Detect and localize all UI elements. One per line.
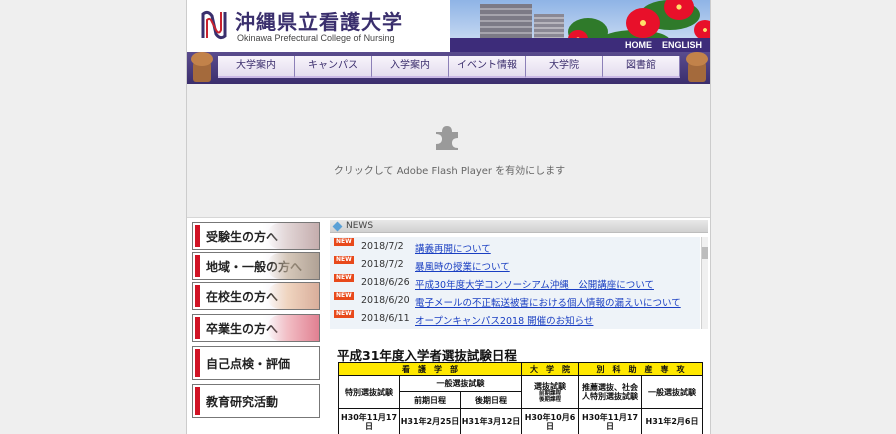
sidebar-alumni[interactable]: 卒業生の方へ <box>192 314 320 342</box>
news-date: 2018/7/2 <box>361 241 404 252</box>
home-link[interactable]: HOME <box>625 40 652 50</box>
list-item: NEW 2018/7/2 暴風時の授業について <box>330 255 700 273</box>
shisa-left-icon <box>187 52 217 84</box>
scrollbar-thumb[interactable] <box>702 247 708 259</box>
graduate-sub-2: 後期課程 <box>538 396 561 403</box>
top-links: HOME ENGLISH <box>625 40 702 50</box>
group-nursing: 看 護 学 部 <box>339 363 521 375</box>
news-list[interactable]: NEW 2018/7/2 講義再開について NEW 2018/7/2 暴風時の授… <box>330 237 700 329</box>
list-item: NEW 2018/6/20 電子メールの不正転送被害における個人情報の漏えいにつ… <box>330 291 700 309</box>
flash-enable-message[interactable]: クリックして Adobe Flash Player を有効にします <box>187 162 710 177</box>
graduate-selection-label: 選抜試験 <box>534 381 566 391</box>
news-date: 2018/6/26 <box>361 277 410 288</box>
new-badge: NEW <box>334 256 354 264</box>
site-title[interactable]: 沖縄県立看護大学 <box>235 6 403 35</box>
col-first-term: 前期日程 <box>400 392 460 408</box>
new-badge: NEW <box>334 274 354 282</box>
alumni-photo <box>267 315 319 341</box>
list-item: NEW 2018/7/2 講義再開について <box>330 237 700 255</box>
hibiscus-image <box>626 8 660 38</box>
sidebar-current-students[interactable]: 在校生の方へ <box>192 282 320 310</box>
date-cell: H30年11月17日 <box>339 409 399 434</box>
news-panel: NEWS NEW 2018/7/2 講義再開について NEW 2018/7/2 … <box>330 220 708 330</box>
news-link[interactable]: 講義再開について <box>415 241 491 255</box>
nav-admissions[interactable]: 入学案内 <box>372 56 449 78</box>
hibiscus-image <box>694 20 710 40</box>
news-link[interactable]: 平成30年度大学コンソーシアム沖縄 公開講座について <box>415 277 654 291</box>
students-photo <box>267 223 319 249</box>
nav-events[interactable]: イベント情報 <box>449 56 526 78</box>
shisa-right-icon <box>682 52 710 84</box>
sidebar-self-evaluation[interactable]: 自己点検・評価 <box>192 346 320 380</box>
date-cell: H30年11月17日 <box>579 409 641 434</box>
plugin-puzzle-icon <box>436 126 458 150</box>
date-cell: H30年10月6日 <box>522 409 578 434</box>
english-link[interactable]: ENGLISH <box>662 40 702 50</box>
new-badge: NEW <box>334 238 354 246</box>
nav-graduate-school[interactable]: 大学院 <box>526 56 603 78</box>
site-header: 沖縄県立看護大学 Okinawa Prefectural College of … <box>187 0 710 52</box>
community-photo <box>267 253 319 279</box>
news-link[interactable]: 暴風時の授業について <box>415 259 510 273</box>
news-date: 2018/7/2 <box>361 259 404 270</box>
sidebar-item-label: 自己点検・評価 <box>206 357 291 371</box>
col-special-selection: 特別選抜試験 <box>339 376 399 408</box>
col-graduate-selection: 選抜試験 前期課程 後期課程 <box>522 376 578 408</box>
list-item: NEW 2018/6/26 平成30年度大学コンソーシアム沖縄 公開講座について <box>330 273 700 291</box>
college-logo-icon[interactable] <box>199 8 229 42</box>
new-badge: NEW <box>334 292 354 300</box>
site-title-english: Okinawa Prefectural College of Nursing <box>237 33 395 43</box>
news-scrollbar[interactable] <box>701 237 708 329</box>
date-cell: H31年3月12日 <box>461 409 521 434</box>
list-item: NEW 2018/6/11 オープンキャンパス2018 開催のお知らせ <box>330 309 700 327</box>
global-nav: 大学案内 キャンパス 入学案内 イベント情報 大学院 図書館 <box>187 52 710 84</box>
date-cell: H31年2月6日 <box>642 409 702 434</box>
sidebar-prospective-students[interactable]: 受験生の方へ <box>192 222 320 250</box>
current-students-photo <box>267 283 319 309</box>
flash-placeholder[interactable]: クリックして Adobe Flash Player を有効にします <box>187 84 710 218</box>
diamond-icon <box>332 221 343 232</box>
news-header: NEWS <box>330 220 708 233</box>
new-badge: NEW <box>334 310 354 318</box>
col-second-term: 後期日程 <box>461 392 521 408</box>
nav-campus[interactable]: キャンパス <box>295 56 372 78</box>
col-general-selection: 一般選抜試験 <box>400 376 521 391</box>
col-recommendation: 推薦選抜、社会人特別選抜試験 <box>579 376 641 408</box>
news-date: 2018/6/11 <box>361 313 410 324</box>
exam-schedule-table: 看 護 学 部 大 学 院 別 科 助 産 専 攻 特別選抜試験 一般選抜試験 … <box>338 362 703 434</box>
sidebar-community[interactable]: 地域・一般の方へ <box>192 252 320 280</box>
news-link[interactable]: オープンキャンパス2018 開催のお知らせ <box>415 313 593 327</box>
nav-library[interactable]: 図書館 <box>603 56 680 78</box>
news-link[interactable]: 電子メールの不正転送被害における個人情報の漏えいについて <box>415 295 681 309</box>
sidebar-research[interactable]: 教育研究活動 <box>192 384 320 418</box>
sidebar: 受験生の方へ 地域・一般の方へ 在校生の方へ 卒業生の方へ 自己点検・評価 教育… <box>192 222 322 422</box>
news-date: 2018/6/20 <box>361 295 410 306</box>
nav-about[interactable]: 大学案内 <box>218 56 295 78</box>
col-midwifery-general: 一般選抜試験 <box>642 376 702 408</box>
group-midwifery: 別 科 助 産 専 攻 <box>579 363 702 375</box>
news-heading: NEWS <box>346 221 374 231</box>
sidebar-item-label: 教育研究活動 <box>206 395 279 409</box>
group-graduate: 大 学 院 <box>522 363 578 375</box>
page: 沖縄県立看護大学 Okinawa Prefectural College of … <box>186 0 711 434</box>
date-cell: H31年2月25日 <box>400 409 460 434</box>
